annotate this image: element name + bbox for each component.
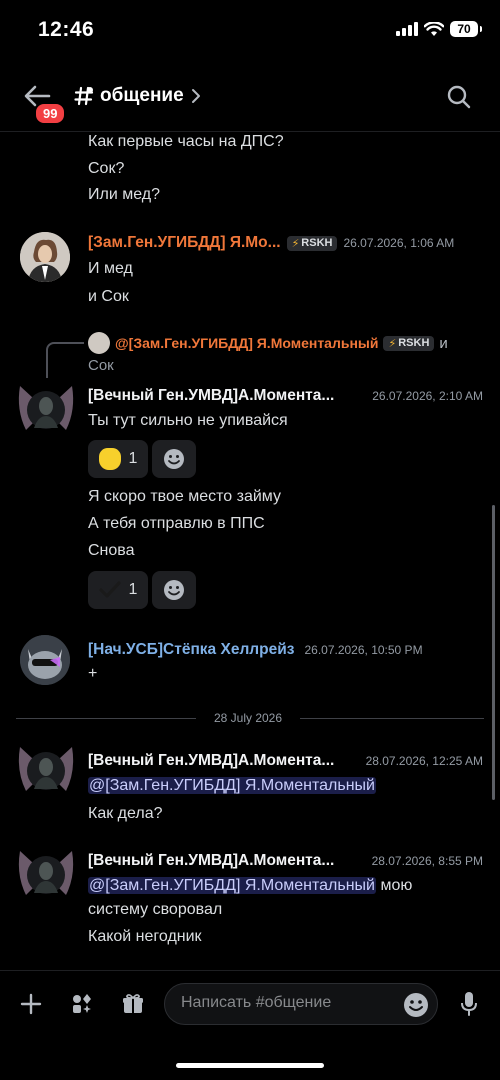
avatar[interactable] [16, 741, 76, 801]
reaction-count: 1 [128, 450, 138, 467]
avatar[interactable] [16, 380, 76, 440]
avatar-winged-figure-icon [18, 851, 74, 895]
message-fragment: мою [376, 877, 413, 894]
avatar-winged-figure-icon [18, 386, 74, 430]
reply-preview[interactable]: @[Зам.Ген.УГИБДД] Я.Моментальный ⚡ RSKH и [88, 332, 448, 354]
avatar-cat-icon [20, 635, 70, 685]
message-header: [Вечный Ген.УМВД]А.Моментa... 26.07.2026… [88, 387, 483, 405]
message-line: + [88, 665, 98, 682]
reaction-button[interactable]: 1 [88, 571, 148, 609]
avatar[interactable] [16, 845, 76, 905]
avatar-portrait-icon [20, 232, 70, 282]
smiley-add-icon [164, 580, 184, 600]
message-line: Сок? [88, 160, 125, 177]
message-mention-line: @[Зам.Ген.УГИБДД] Я.Моментальный мою [88, 876, 412, 896]
message-mention-line: @[Зам.Ген.УГИБДД] Я.Моментальный [88, 776, 376, 796]
unread-badge: 99 [34, 102, 67, 125]
date-divider: 28 July 2026 [213, 711, 283, 725]
message-line: Я скоро твое место займу [88, 488, 281, 505]
message-line: систему своровал [88, 901, 223, 918]
status-icons: 70 [396, 21, 482, 37]
reply-text: Сок [88, 357, 114, 374]
username[interactable]: [Вечный Ген.УМВД]А.Моментa... [88, 387, 334, 405]
reply-suffix: и [439, 334, 448, 352]
channel-name: общение [100, 85, 184, 106]
username[interactable]: [Вечный Ген.УМВД]А.Моментa... [88, 852, 334, 870]
battery-indicator: 70 [450, 21, 482, 37]
emoji-picker-icon[interactable] [403, 992, 429, 1018]
message-composer[interactable] [164, 983, 438, 1025]
chevron-right-icon [191, 89, 200, 103]
microphone-icon[interactable] [460, 991, 478, 1017]
message-header: [Нач.УСБ]Стёпка Хеллрейз 26.07.2026, 10:… [88, 641, 423, 659]
date-divider-line [300, 718, 484, 719]
gift-icon[interactable] [121, 992, 145, 1016]
username[interactable]: [Вечный Ген.УМВД]А.Моментa... [88, 752, 334, 770]
message-input[interactable] [181, 994, 381, 1012]
clan-tag-label: RSKH [301, 237, 333, 249]
clan-tag: ⚡ RSKH [383, 335, 435, 351]
reaction-button[interactable]: 1 [88, 440, 148, 478]
clan-tag: ⚡ RSKH [286, 235, 338, 251]
lightning-icon: ⚡ [388, 337, 397, 350]
smiley-add-icon [164, 449, 184, 469]
message-line: И мед [88, 260, 133, 277]
reply-connector [46, 342, 84, 378]
scrollbar[interactable] [492, 505, 495, 800]
username[interactable]: [Нач.УСБ]Стёпка Хеллрейз [88, 641, 294, 659]
pikachu-emoji-icon [98, 448, 121, 470]
timestamp: 26.07.2026, 10:50 PM [304, 643, 423, 657]
reply-avatar [88, 332, 110, 354]
avatar-winged-figure-icon [18, 747, 74, 791]
message-header: [Вечный Ген.УМВД]А.Моментa... 28.07.2026… [88, 852, 483, 870]
timestamp: 28.07.2026, 12:25 AM [365, 754, 483, 768]
message-line: Или мед? [88, 186, 160, 203]
date-divider-line [16, 718, 196, 719]
avatar[interactable] [20, 232, 70, 282]
message-line: и Сок [88, 288, 129, 305]
user-mention[interactable]: @[Зам.Ген.УГИБДД] Я.Моментальный [88, 877, 376, 894]
message-line: Как дела? [88, 805, 163, 822]
message-line: Как первые часы на ДПС? [88, 133, 284, 150]
message-header: [Вечный Ген.УМВД]А.Моментa... 28.07.2026… [88, 752, 483, 770]
reply-author: @[Зам.Ген.УГИБДД] Я.Моментальный [115, 335, 379, 351]
plus-icon[interactable] [19, 992, 43, 1016]
reaction-count: 1 [128, 581, 138, 598]
signal-icon [396, 22, 418, 36]
composer-divider [0, 970, 500, 971]
channel-header[interactable]: общение [74, 85, 202, 107]
message-line: Снова [88, 542, 135, 559]
text-channel-icon [74, 86, 94, 106]
checkmark-icon [98, 581, 121, 598]
message-line: А тебя отправлю в ППС [88, 515, 265, 532]
avatar[interactable] [20, 635, 70, 685]
message-header: [Зам.Ген.УГИБДД] Я.Мо... ⚡ RSKH 26.07.202… [88, 234, 454, 252]
add-reaction-button[interactable] [152, 571, 196, 609]
timestamp: 28.07.2026, 8:55 PM [371, 854, 483, 868]
home-indicator [176, 1063, 324, 1068]
user-mention[interactable]: @[Зам.Ген.УГИБДД] Я.Моментальный [88, 777, 376, 794]
username[interactable]: [Зам.Ген.УГИБДД] Я.Мо... [88, 234, 281, 252]
status-time: 12:46 [38, 18, 95, 41]
timestamp: 26.07.2026, 2:10 AM [372, 389, 483, 403]
apps-icon[interactable] [70, 992, 94, 1016]
add-reaction-button[interactable] [152, 440, 196, 478]
timestamp: 26.07.2026, 1:06 AM [343, 236, 455, 250]
search-icon[interactable] [446, 84, 472, 110]
message-line: Какой негодник [88, 928, 202, 945]
wifi-icon [424, 21, 444, 36]
lightning-icon: ⚡ [291, 237, 300, 250]
clan-tag-label: RSKH [398, 337, 430, 349]
message-line: Ты тут сильно не упивайся [88, 412, 288, 429]
